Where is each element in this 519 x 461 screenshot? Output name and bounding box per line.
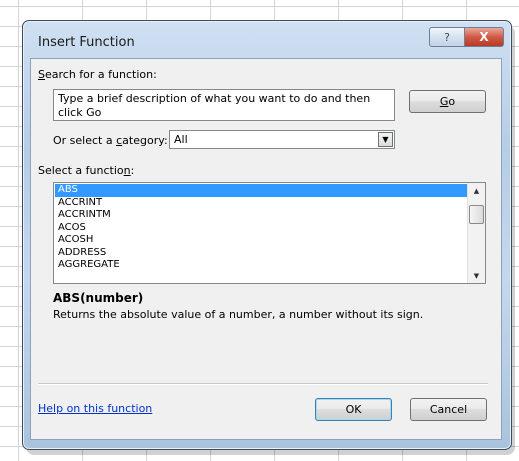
list-scrollbar[interactable]: ▲ ▼ [467, 183, 485, 283]
close-button[interactable]: X [464, 27, 504, 47]
help-button[interactable]: ? [429, 27, 465, 47]
list-item[interactable]: ACCRINT [55, 197, 468, 210]
function-list-label: Select a function: [38, 164, 135, 177]
function-syntax: ABS(number) [53, 291, 144, 305]
function-description: Returns the absolute value of a number, … [53, 308, 424, 321]
list-item[interactable]: ACOSH [55, 234, 468, 247]
scroll-down-arrow-icon[interactable]: ▼ [468, 268, 485, 283]
search-label: Search for a function: [38, 68, 157, 81]
category-label: Or select a category: [53, 134, 168, 147]
list-item-selected[interactable]: ABS [55, 184, 468, 197]
search-input[interactable]: Type a brief description of what you wan… [53, 89, 395, 121]
function-list[interactable]: ABS ACCRINT ACCRINTM ACOS ACOSH ADDRESS … [53, 182, 486, 284]
cancel-button[interactable]: Cancel [410, 398, 487, 421]
chevron-down-icon[interactable]: ▼ [378, 132, 393, 147]
list-item[interactable]: ACOS [55, 222, 468, 235]
dialog-title: Insert Function [38, 35, 135, 50]
scrollbar-thumb[interactable] [469, 205, 484, 224]
go-button[interactable]: Go [409, 90, 486, 113]
help-on-function-link[interactable]: Help on this function [38, 402, 152, 415]
close-icon: X [479, 30, 489, 44]
list-item[interactable]: AGGREGATE [55, 259, 468, 272]
help-icon: ? [444, 30, 450, 44]
footer-separator [38, 383, 488, 385]
category-select[interactable]: All ▼ [169, 130, 395, 149]
ok-button[interactable]: OK [315, 398, 392, 421]
list-item[interactable]: ACCRINTM [55, 209, 468, 222]
category-value: All [174, 133, 188, 146]
list-item[interactable]: ADDRESS [55, 247, 468, 260]
scroll-up-arrow-icon[interactable]: ▲ [468, 183, 485, 198]
function-list-items: ABS ACCRINT ACCRINTM ACOS ACOSH ADDRESS … [55, 184, 468, 272]
